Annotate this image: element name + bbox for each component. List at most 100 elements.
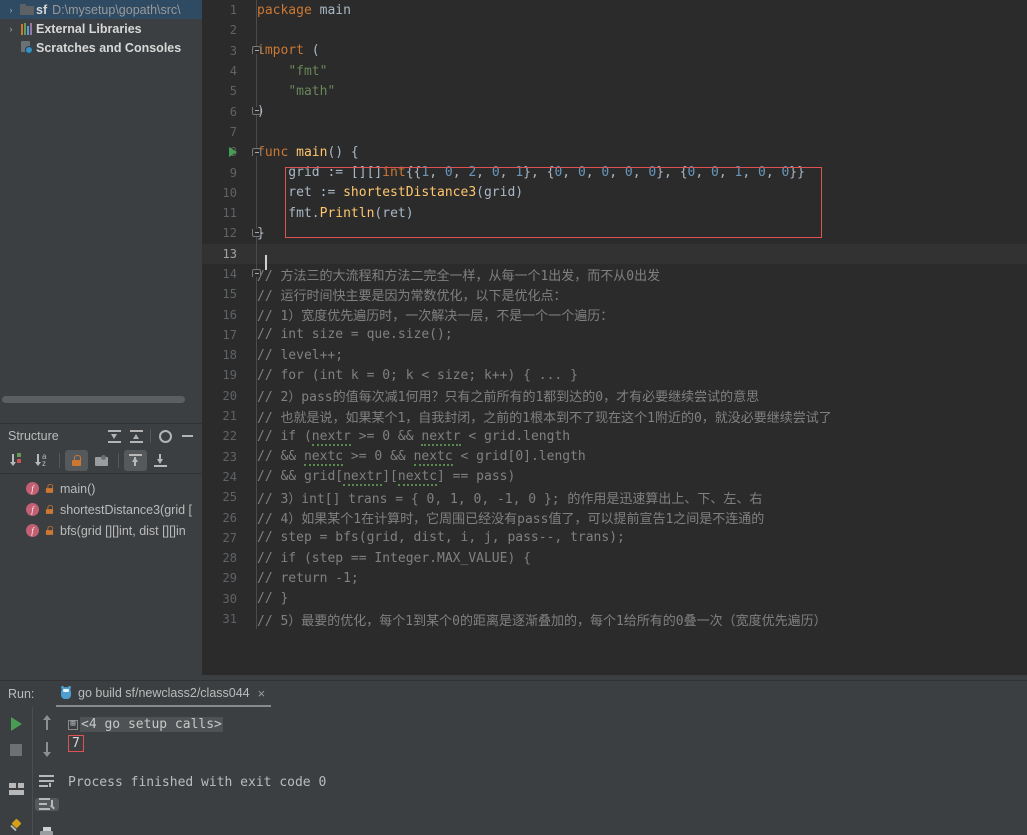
code-token: , (742, 165, 758, 181)
chevron-right-icon[interactable]: › (4, 5, 18, 15)
code-line[interactable]: 18 // level++; (202, 345, 1027, 366)
console-collapsed-text[interactable]: <4 go setup calls> (80, 717, 223, 732)
code-line[interactable]: 15 // 运行时间快主要是因为常数优化，以下是优化点： (202, 284, 1027, 305)
code-line[interactable]: 13 (202, 243, 1027, 264)
hide-panel-button[interactable] (176, 426, 198, 446)
code-token: // for (int k = 0; k < size; k++) { ... … (257, 367, 578, 383)
structure-item[interactable]: f main() (0, 478, 202, 499)
rerun-button[interactable] (4, 715, 28, 733)
show-anonymous-button[interactable] (90, 450, 113, 471)
code-line[interactable]: 8 func main() { (202, 142, 1027, 163)
code-line[interactable]: 28 // if (step == Integer.MAX_VALUE) { (202, 548, 1027, 569)
code-line[interactable]: 29 // return -1; (202, 568, 1027, 589)
code-line[interactable]: 4 "fmt" (202, 60, 1027, 82)
show-inherited-button[interactable] (124, 450, 147, 471)
code-fold-end-icon[interactable] (252, 105, 261, 116)
code-line[interactable]: 23 // && nextc >= 0 && nextc < grid[0].le… (202, 446, 1027, 467)
gutter-line (256, 405, 257, 427)
code-line[interactable]: 30 // } (202, 588, 1027, 609)
show-non-public-button[interactable] (65, 450, 88, 471)
code-line[interactable]: 17 // int size = que.size(); (202, 324, 1027, 346)
scroll-to-end-button[interactable] (34, 798, 59, 811)
code-line[interactable]: 11 fmt.Println(ret) (202, 202, 1027, 224)
line-number: 13 (222, 246, 237, 261)
code-line[interactable]: 10 ret := shortestDistance3(grid) (202, 182, 1027, 203)
soft-wrap-button[interactable] (35, 775, 59, 788)
code-line[interactable]: 6) (202, 101, 1027, 122)
pin-tab-button[interactable] (4, 819, 28, 835)
run-body: ⊞ <4 go setup calls> 7 Process finished w… (0, 707, 1027, 835)
structure-item[interactable]: f bfs(grid [][]int, dist [][]in (0, 520, 202, 541)
line-number: 14 (222, 267, 237, 281)
run-tab[interactable]: go build sf/newclass2/class044 × (56, 681, 272, 707)
gutter-line (256, 385, 257, 406)
run-label: Run: (8, 687, 35, 701)
code-line[interactable]: 5 "math" (202, 81, 1027, 102)
function-icon: f (26, 524, 39, 537)
line-number: 25 (222, 490, 237, 505)
down-stacktrace-button[interactable] (35, 741, 59, 757)
structure-item[interactable]: f shortestDistance3(grid [ (0, 499, 202, 520)
code-token: , (765, 165, 782, 181)
run-gutter-icon[interactable] (229, 147, 237, 158)
project-horizontal-scrollbar[interactable] (0, 395, 202, 404)
code-line[interactable]: 12} (202, 223, 1027, 244)
code-token: // step = bfs(grid, dist, i, j, pass--, … (257, 530, 625, 546)
gutter-line (256, 426, 257, 447)
code-editor[interactable]: 1package main23import (4 "fmt"5 "math"6)… (202, 0, 1027, 675)
settings-button[interactable] (154, 426, 176, 446)
line-number: 11 (222, 206, 237, 221)
code-line[interactable]: 26 // 4）如果某个1在计算时，它周围已经没有pass值了，可以提前宣告1之间… (202, 507, 1027, 528)
lock-icon (45, 504, 54, 515)
code-line[interactable]: 1 package main (202, 0, 1027, 21)
line-number: 9 (229, 165, 237, 180)
sort-alphabetically-button[interactable]: a z (31, 450, 54, 471)
project-tree-item[interactable]: › External Libraries (0, 19, 202, 38)
console-output[interactable]: ⊞ <4 go setup calls> 7 Process finished w… (60, 707, 1027, 835)
code-fold-start-icon[interactable] (252, 45, 261, 56)
code-line[interactable]: 25 // 3）int[] trans = { 0, 1, 0, -1, 0 };… (202, 487, 1027, 508)
project-tree-item[interactable]: › sf D:\mysetup\gopath\src\ (0, 0, 202, 19)
code-line[interactable]: 20 // 2）pass的值每次减1何用？只有之前所有的1都到达的0，才有必要继续… (202, 385, 1027, 406)
stop-button[interactable] (4, 742, 28, 760)
code-line[interactable]: 7 (202, 121, 1027, 143)
code-line[interactable]: 27 // step = bfs(grid, dist, i, j, pass--… (202, 527, 1027, 549)
print-button[interactable] (35, 827, 59, 835)
close-icon[interactable]: × (258, 686, 266, 701)
expand-all-button[interactable] (103, 426, 125, 446)
spellcheck-token: nextr (311, 428, 351, 446)
collapse-all-icon (129, 429, 143, 443)
code-line[interactable]: 31 // 5）最要的优化，每个1到某个0的距离是逐渐叠加的，每个1给所有的0叠一… (202, 608, 1027, 630)
gutter-line (256, 527, 257, 549)
code-fold-start-icon[interactable] (252, 146, 261, 157)
structure-item-label: shortestDistance3(grid [ (60, 502, 193, 517)
gutter-line (256, 548, 257, 569)
code-line[interactable]: 14 // 方法三的大流程和方法二完全一样，从每一个1出发，而不从0出发 (202, 263, 1027, 285)
code-fold-end-icon[interactable] (252, 227, 261, 238)
scrollbar-thumb[interactable] (2, 396, 185, 403)
code-line[interactable]: 19 // for (int k = 0; k < size; k++) { ..… (202, 365, 1027, 386)
code-fold-start-icon[interactable] (252, 268, 261, 279)
show-imported-button[interactable] (149, 450, 172, 471)
code-line[interactable]: 3 import ( (202, 40, 1027, 61)
line-number: 22 (222, 429, 237, 444)
layout-button[interactable] (4, 780, 28, 798)
structure-list[interactable]: f main() f shortestDistance3(grid [f bfs(gri… (0, 474, 202, 541)
arrow-up-icon (41, 715, 53, 731)
expand-icon[interactable]: ⊞ (68, 719, 78, 730)
line-number: 8 (229, 145, 237, 160)
code-line[interactable]: 21 // 也就是说，如果某个1，自我封闭，之前的1根本到不了现在这个1附近的0，… (202, 405, 1027, 427)
console-collapsed-line[interactable]: ⊞ <4 go setup calls> (68, 715, 1027, 734)
collapse-all-button[interactable] (125, 426, 147, 446)
left-tool-column: › sf D:\mysetup\gopath\src\ › External Libra… (0, 0, 202, 675)
code-line[interactable]: 9 grid := [][]int{{1, 0, 2, 0, 1}, {0, 0… (202, 162, 1027, 183)
up-stacktrace-button[interactable] (35, 715, 59, 731)
code-line[interactable]: 22// if (nextr >= 0 && nextr < grid.leng… (202, 426, 1027, 447)
project-tree-item[interactable]: Scratches and Consoles (0, 38, 202, 57)
project-tree-panel[interactable]: › sf D:\mysetup\gopath\src\ › External Libra… (0, 0, 202, 411)
sort-by-visibility-button[interactable] (6, 450, 29, 471)
code-line[interactable]: 24 // && grid[nextr][nextc] == pass) (202, 466, 1027, 488)
chevron-right-icon[interactable]: › (4, 24, 18, 34)
code-line[interactable]: 2 (202, 20, 1027, 41)
code-line[interactable]: 16 // 1）宽度优先遍历时，一次解决一层，不是一个一个遍历： (202, 304, 1027, 325)
